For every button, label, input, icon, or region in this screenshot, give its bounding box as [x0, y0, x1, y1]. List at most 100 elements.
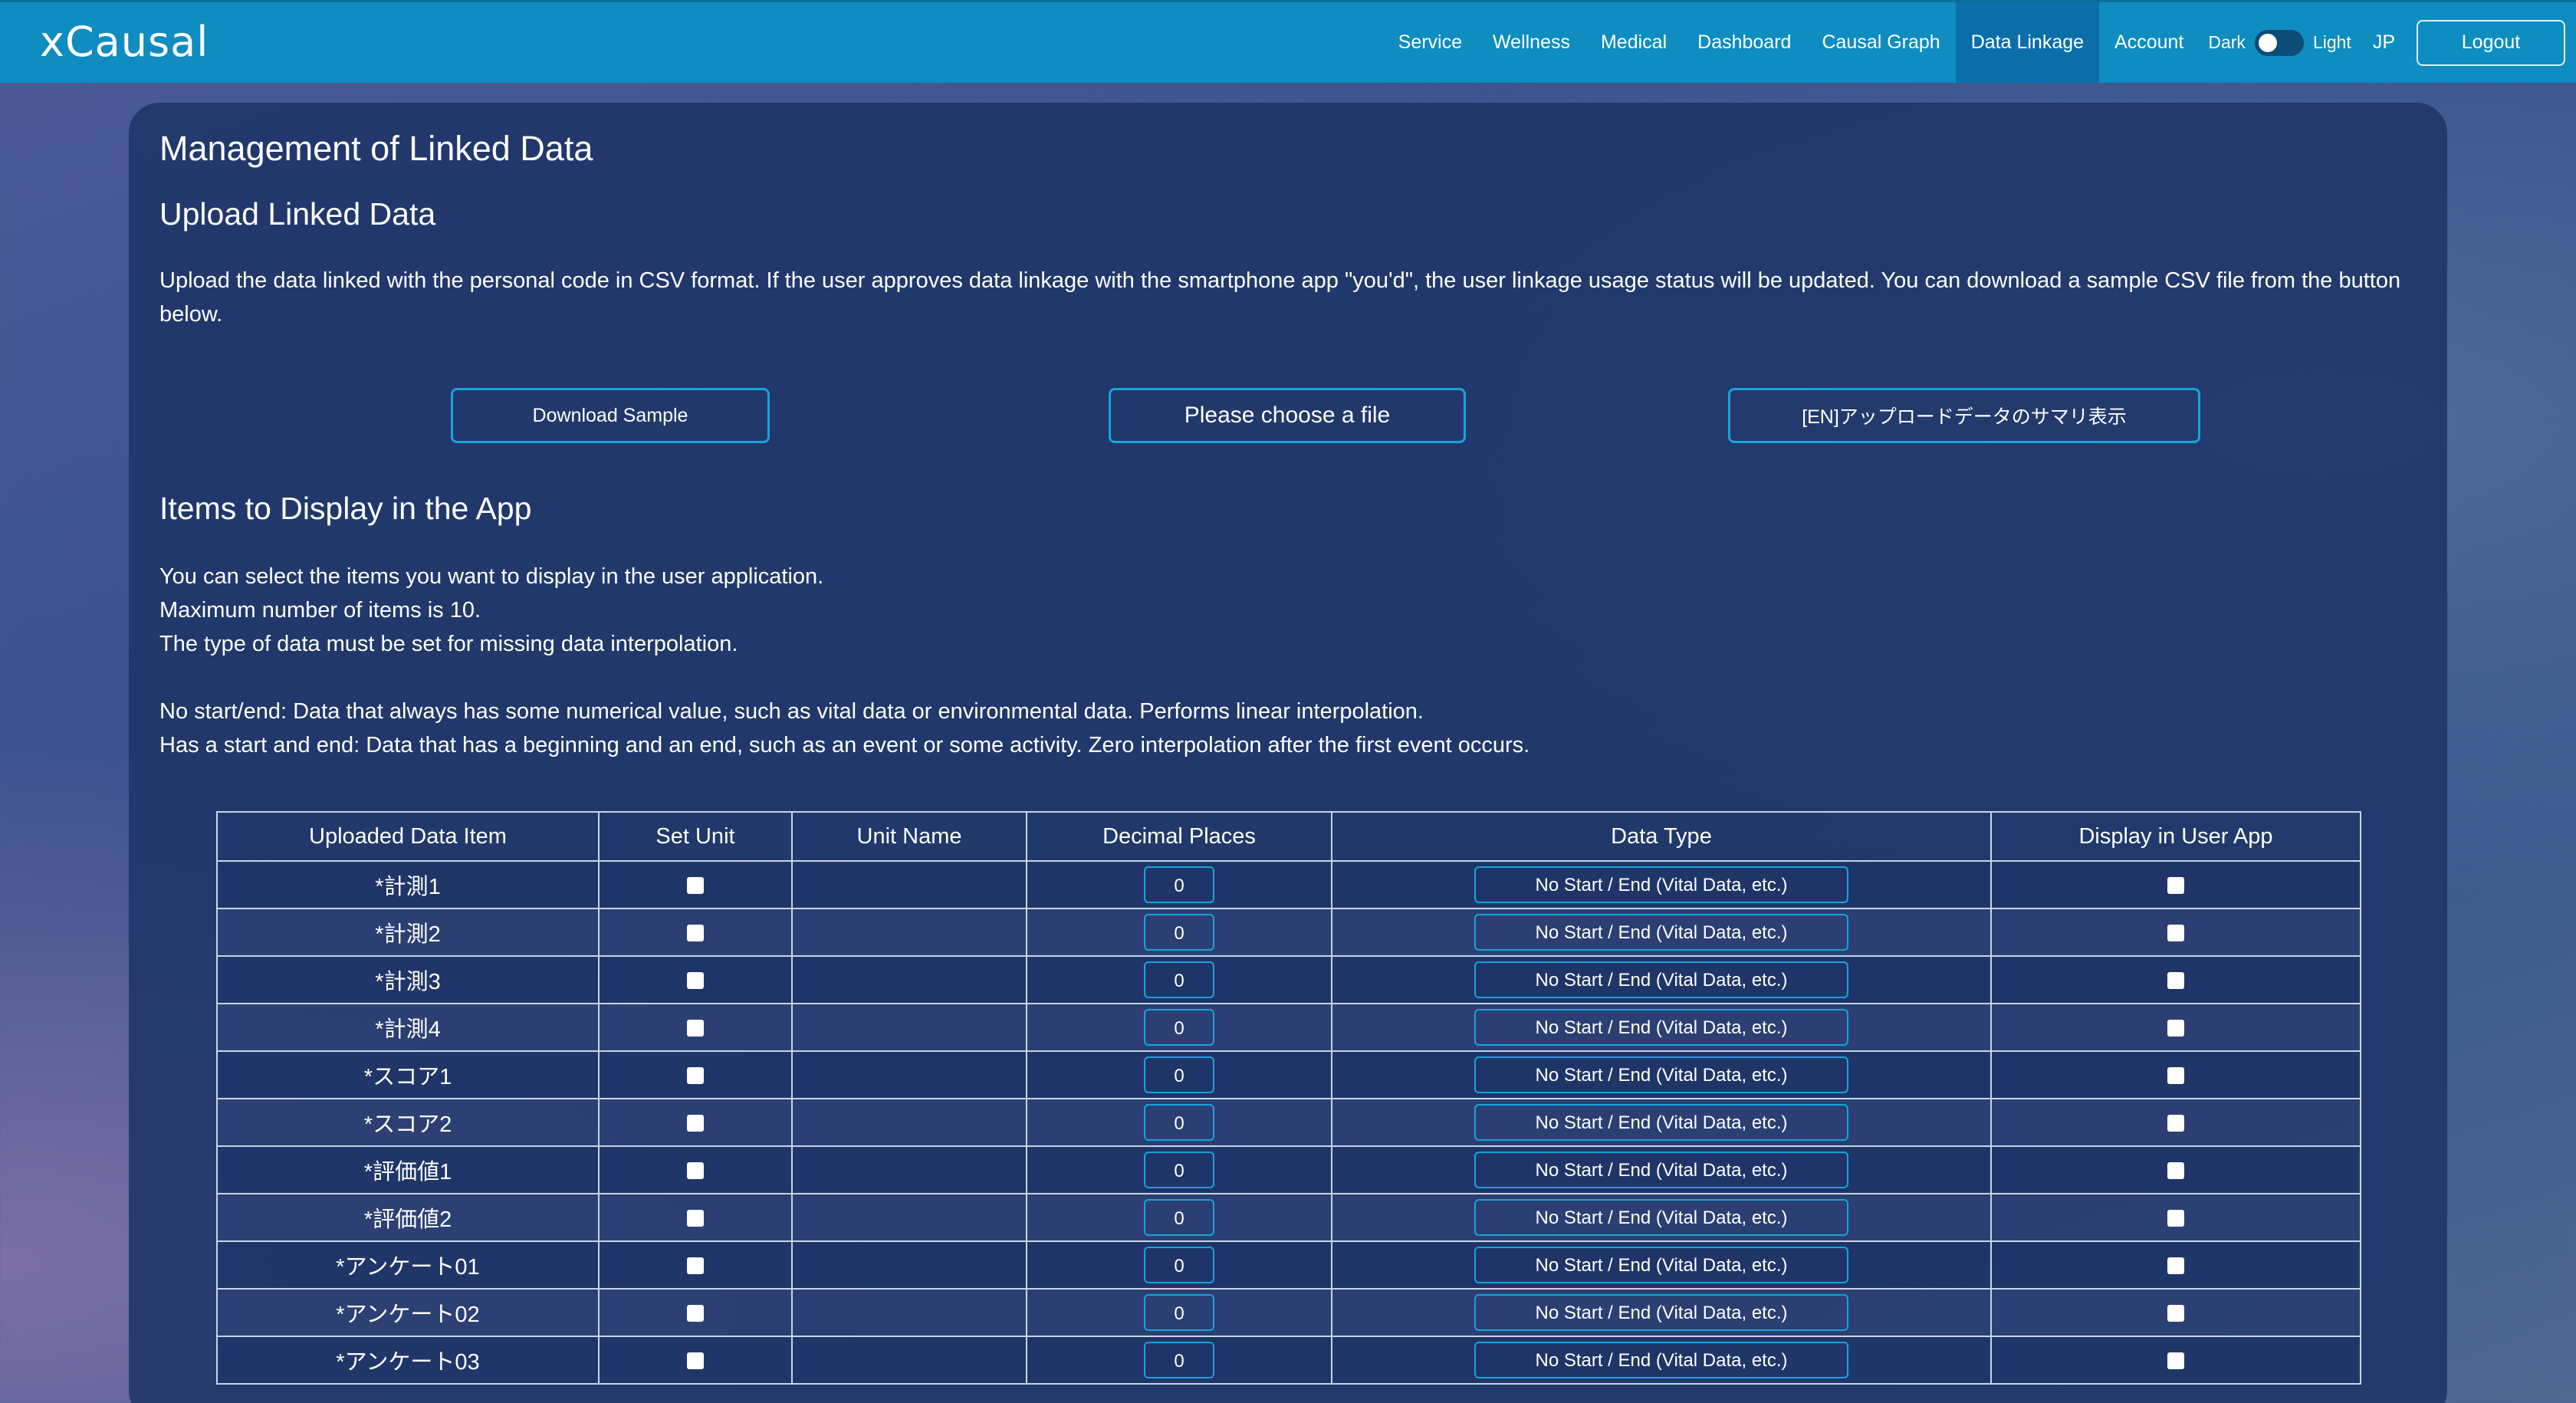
item-name-cell: *アンケート02	[216, 1288, 600, 1337]
display-in-app-checkbox[interactable]	[2167, 1209, 2184, 1227]
set-unit-checkbox[interactable]	[687, 1304, 704, 1322]
table-row: *アンケート03 0 No Start / End (Vital Data, etc…	[216, 1336, 2361, 1385]
data-type-cell: No Start / End (Vital Data, etc.)	[1331, 1003, 1992, 1052]
choose-file-button[interactable]: Please choose a file	[1109, 388, 1466, 443]
decimal-places-cell: 0	[1026, 1098, 1332, 1147]
unit-name-cell[interactable]	[791, 1003, 1027, 1052]
display-in-app-checkbox[interactable]	[2167, 1352, 2184, 1369]
data-type-select[interactable]: No Start / End (Vital Data, etc.)	[1474, 1342, 1848, 1378]
data-type-select[interactable]: No Start / End (Vital Data, etc.)	[1474, 961, 1848, 998]
nav-account[interactable]: Account	[2099, 2, 2199, 83]
col-display-in-app: Display in User App	[1990, 811, 2361, 862]
brand-logo[interactable]: xCausal	[40, 18, 209, 66]
unit-name-cell[interactable]	[791, 908, 1027, 957]
unit-name-cell[interactable]	[791, 1336, 1027, 1385]
unit-name-cell[interactable]	[791, 1288, 1027, 1337]
decimal-places-cell: 0	[1026, 1336, 1332, 1385]
items-line: No start/end: Data that always has some …	[159, 699, 1424, 724]
nav-service[interactable]: Service	[1383, 2, 1477, 83]
download-sample-button[interactable]: Download Sample	[451, 388, 770, 443]
unit-name-cell[interactable]	[791, 1240, 1027, 1290]
set-unit-checkbox[interactable]	[687, 1352, 704, 1369]
unit-name-cell[interactable]	[791, 955, 1027, 1004]
data-type-select[interactable]: No Start / End (Vital Data, etc.)	[1474, 1247, 1848, 1283]
decimal-places-cell: 0	[1026, 1003, 1332, 1052]
display-in-app-checkbox[interactable]	[2167, 971, 2184, 989]
display-in-app-checkbox[interactable]	[2167, 1304, 2184, 1322]
set-unit-checkbox[interactable]	[687, 924, 704, 941]
data-type-select[interactable]: No Start / End (Vital Data, etc.)	[1474, 866, 1848, 903]
upload-section-title: Upload Linked Data	[159, 196, 436, 232]
table-row: *アンケート02 0 No Start / End (Vital Data, etc…	[216, 1288, 2361, 1337]
set-unit-checkbox[interactable]	[687, 876, 704, 894]
unit-name-cell[interactable]	[791, 1145, 1027, 1194]
decimal-places-input[interactable]: 0	[1144, 1247, 1214, 1283]
item-name-cell: *計測3	[216, 955, 600, 1004]
decimal-places-input[interactable]: 0	[1144, 1294, 1214, 1331]
table-header-row: Uploaded Data Item Set Unit Unit Name De…	[216, 811, 2361, 862]
items-line: The type of data must be set for missing…	[159, 632, 738, 656]
display-in-app-checkbox[interactable]	[2167, 1019, 2184, 1037]
set-unit-checkbox[interactable]	[687, 1019, 704, 1037]
nav-dashboard[interactable]: Dashboard	[1682, 2, 1806, 83]
display-in-app-checkbox[interactable]	[2167, 1162, 2184, 1179]
decimal-places-input[interactable]: 0	[1144, 1009, 1214, 1046]
nav-wellness[interactable]: Wellness	[1477, 2, 1585, 83]
linked-data-table: Uploaded Data Item Set Unit Unit Name De…	[216, 811, 2361, 1385]
decimal-places-input[interactable]: 0	[1144, 1152, 1214, 1188]
display-in-app-checkbox[interactable]	[2167, 1114, 2184, 1132]
display-in-app-checkbox[interactable]	[2167, 876, 2184, 894]
set-unit-checkbox[interactable]	[687, 971, 704, 989]
data-type-select[interactable]: No Start / End (Vital Data, etc.)	[1474, 1104, 1848, 1141]
decimal-places-input[interactable]: 0	[1144, 1199, 1214, 1236]
display-in-app-checkbox[interactable]	[2167, 1066, 2184, 1084]
display-cell	[1990, 860, 2361, 909]
item-name-cell: *計測2	[216, 908, 600, 957]
set-unit-cell	[598, 1336, 793, 1385]
decimal-places-cell: 0	[1026, 955, 1332, 1004]
nav-data-linkage[interactable]: Data Linkage	[1955, 2, 2100, 83]
theme-switch[interactable]	[2254, 29, 2304, 56]
unit-name-cell[interactable]	[791, 1050, 1027, 1099]
display-cell	[1990, 1145, 2361, 1194]
data-type-select[interactable]: No Start / End (Vital Data, etc.)	[1474, 1199, 1848, 1236]
table-row: *スコア2 0 No Start / End (Vital Data, etc.)	[216, 1098, 2361, 1147]
set-unit-checkbox[interactable]	[687, 1209, 704, 1227]
items-line: Has a start and end: Data that has a beg…	[159, 733, 1530, 757]
set-unit-cell	[598, 1098, 793, 1147]
data-type-select[interactable]: No Start / End (Vital Data, etc.)	[1474, 1152, 1848, 1188]
display-in-app-checkbox[interactable]	[2167, 1257, 2184, 1274]
decimal-places-input[interactable]: 0	[1144, 914, 1214, 951]
decimal-places-input[interactable]: 0	[1144, 1342, 1214, 1378]
decimal-places-cell: 0	[1026, 1193, 1332, 1242]
table-row: *計測1 0 No Start / End (Vital Data, etc.)	[216, 860, 2361, 909]
language-switch[interactable]: JP	[2365, 31, 2417, 54]
data-type-select[interactable]: No Start / End (Vital Data, etc.)	[1474, 1294, 1848, 1331]
page-title: Management of Linked Data	[159, 129, 593, 168]
nav-menu: Service Wellness Medical Dashboard Causa…	[1383, 2, 2576, 83]
decimal-places-input[interactable]: 0	[1144, 1104, 1214, 1141]
data-type-select[interactable]: No Start / End (Vital Data, etc.)	[1474, 1009, 1848, 1046]
set-unit-cell	[598, 860, 793, 909]
display-in-app-checkbox[interactable]	[2167, 924, 2184, 941]
data-type-select[interactable]: No Start / End (Vital Data, etc.)	[1474, 914, 1848, 951]
item-name-cell: *計測1	[216, 860, 600, 909]
unit-name-cell[interactable]	[791, 860, 1027, 909]
decimal-places-cell: 0	[1026, 860, 1332, 909]
nav-medical[interactable]: Medical	[1585, 2, 1682, 83]
set-unit-checkbox[interactable]	[687, 1257, 704, 1274]
data-type-select[interactable]: No Start / End (Vital Data, etc.)	[1474, 1056, 1848, 1093]
item-name-cell: *評価値2	[216, 1193, 600, 1242]
logout-button[interactable]: Logout	[2417, 19, 2565, 66]
upload-summary-button[interactable]: [EN]アップロードデータのサマリ表示	[1728, 388, 2200, 443]
set-unit-checkbox[interactable]	[687, 1162, 704, 1179]
unit-name-cell[interactable]	[791, 1098, 1027, 1147]
decimal-places-input[interactable]: 0	[1144, 1056, 1214, 1093]
nav-causal-graph[interactable]: Causal Graph	[1806, 2, 1955, 83]
items-line	[159, 661, 2421, 695]
decimal-places-input[interactable]: 0	[1144, 961, 1214, 998]
decimal-places-input[interactable]: 0	[1144, 866, 1214, 903]
set-unit-checkbox[interactable]	[687, 1114, 704, 1132]
unit-name-cell[interactable]	[791, 1193, 1027, 1242]
set-unit-checkbox[interactable]	[687, 1066, 704, 1084]
